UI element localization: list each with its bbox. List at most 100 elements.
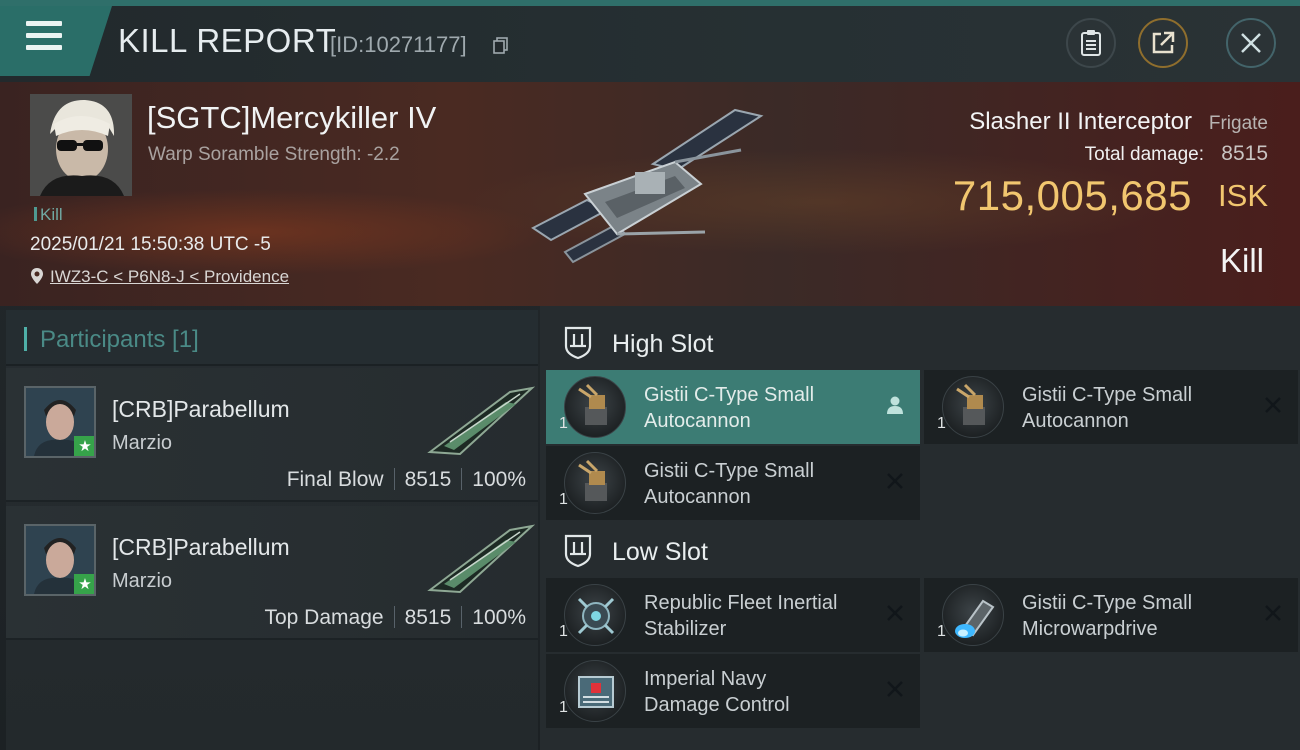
isk-value: 715,005,685 [952, 172, 1192, 219]
module-quantity: 1 [937, 415, 946, 432]
mid-slot-header [540, 734, 1300, 750]
total-damage-value: 8515 [1221, 142, 1268, 165]
autocannon-icon [564, 452, 626, 514]
low-slot-label: Low Slot [612, 538, 708, 566]
victim-avatar[interactable] [30, 94, 132, 196]
person-icon[interactable] [884, 394, 906, 416]
module-name-line1: Gistii C-Type Small [644, 384, 815, 406]
high-slot-icon [564, 326, 592, 360]
victim-ship-name[interactable]: Slasher II Interceptor [969, 108, 1192, 136]
participant-card[interactable]: ★ [CRB]Parabellum Marzio Top Damage 8515 1… [6, 506, 538, 640]
module-name-line2: Autocannon [644, 486, 751, 508]
low-slot-header: Low Slot [540, 518, 1300, 580]
module-item[interactable]: 1 Gistii C-Type Small Autocannon [546, 446, 920, 520]
participant-percent: 100% [472, 468, 526, 491]
fitting-panel: High Slot 1 Gistii C-Type Small Autocann… [540, 306, 1300, 750]
close-icon[interactable] [884, 470, 906, 492]
module-name-line1: Gistii C-Type Small [1022, 384, 1193, 406]
participant-ship-image[interactable] [420, 520, 535, 600]
star-badge-icon: ★ [74, 574, 94, 594]
participant-role: Top Damage [264, 606, 384, 629]
module-name-line2: Autocannon [1022, 410, 1129, 432]
share-icon [1152, 31, 1175, 54]
close-icon[interactable] [1262, 602, 1284, 624]
module-name: Republic Fleet Inertial Stabilizer [644, 590, 874, 642]
participant-percent: 100% [472, 606, 526, 629]
participant-corp: Marzio [112, 570, 173, 592]
module-quantity: 1 [559, 491, 568, 508]
close-icon [1241, 33, 1261, 53]
module-name: Gistii C-Type Small Microwarpdrive [1022, 590, 1252, 642]
participant-name[interactable]: [CRB]Parabellum [112, 396, 290, 423]
participant-role: Final Blow [286, 468, 384, 491]
victim-ship-class: Frigate [1208, 113, 1268, 134]
module-name: Gistii C-Type Small Autocannon [644, 382, 874, 434]
inertial-stabilizer-icon [564, 584, 626, 646]
module-name-line2: Microwarpdrive [1022, 618, 1158, 640]
participant-name[interactable]: [CRB]Parabellum [112, 534, 290, 561]
module-quantity: 1 [559, 623, 568, 640]
kill-result-label: Kill [1219, 242, 1264, 279]
participant-corp: Marzio [112, 432, 173, 454]
participants-header: Participants [1] [6, 310, 538, 366]
module-item[interactable]: 1 Republic Fleet Inertial Stabilizer [546, 578, 920, 652]
damage-control-icon [564, 660, 626, 722]
high-slot-label: High Slot [612, 330, 714, 358]
participants-title: Participants [1] [40, 326, 199, 353]
report-id: [ID:10271177] [330, 32, 467, 57]
module-name: Gistii C-Type Small Autocannon [644, 458, 874, 510]
clipboard-button[interactable] [1066, 18, 1116, 68]
isk-unit: ISK [1218, 178, 1268, 213]
module-name: Imperial Navy Damage Control [644, 666, 874, 718]
participant-stats: Top Damage 8515 100% [264, 606, 526, 630]
close-icon[interactable] [1262, 394, 1284, 416]
autocannon-icon [942, 376, 1004, 438]
participant-card[interactable]: ★ [CRB]Parabellum Marzio Final Blow 8515 1… [6, 368, 538, 502]
participant-avatar[interactable]: ★ [24, 386, 96, 458]
victim-pilot-name[interactable]: [SGTC]Mercykiller IV [147, 100, 436, 136]
location-pin-icon [31, 268, 43, 284]
module-name-line2: Damage Control [644, 694, 790, 716]
microwarpdrive-icon [942, 584, 1004, 646]
victim-ship-image[interactable] [525, 102, 765, 282]
copy-icon[interactable] [492, 36, 510, 54]
module-item[interactable]: 1 Gistii C-Type Small Autocannon [546, 370, 920, 444]
participant-avatar[interactable]: ★ [24, 524, 96, 596]
module-name-line1: Gistii C-Type Small [644, 460, 815, 482]
total-damage-label: Total damage: [1084, 144, 1204, 165]
module-quantity: 1 [937, 623, 946, 640]
warp-scramble-strength: Warp Soramble Strength: -2.2 [148, 144, 400, 165]
kill-location[interactable]: IWZ3-C < P6N8-J < Providence [30, 267, 289, 287]
location-link[interactable]: IWZ3-C < P6N8-J < Providence [50, 267, 289, 286]
participant-stats: Final Blow 8515 100% [287, 468, 526, 492]
close-icon[interactable] [884, 602, 906, 624]
hamburger-icon[interactable] [26, 21, 62, 51]
close-icon[interactable] [884, 678, 906, 700]
clipboard-icon [1081, 30, 1101, 56]
high-slot-header: High Slot [540, 310, 1300, 372]
close-button[interactable] [1226, 18, 1276, 68]
module-item[interactable]: 1 Gistii C-Type Small Microwarpdrive [924, 578, 1298, 652]
star-badge-icon: ★ [74, 436, 94, 456]
share-button[interactable] [1138, 18, 1188, 68]
module-quantity: 1 [559, 699, 568, 716]
module-quantity: 1 [559, 415, 568, 432]
module-item[interactable]: 1 Imperial Navy Damage Control [546, 654, 920, 728]
participant-ship-image[interactable] [420, 382, 535, 462]
module-name-line1: Imperial Navy [644, 668, 767, 690]
autocannon-icon [564, 376, 626, 438]
module-name-line2: Stabilizer [644, 618, 727, 640]
victim-portrait-icon [30, 94, 132, 196]
page-title: KILL REPORT [118, 22, 337, 59]
participants-panel: Participants [1] ★ [CRB]Parabellum Marzi… [6, 310, 538, 750]
module-name-line2: Autocannon [644, 410, 751, 432]
kill-tag: Kill [34, 205, 63, 225]
participant-damage: 8515 [404, 468, 452, 491]
low-slot-icon [564, 534, 592, 568]
kill-tag-label: Kill [40, 205, 63, 224]
participant-damage: 8515 [404, 606, 452, 629]
module-name: Gistii C-Type Small Autocannon [1022, 382, 1252, 434]
module-item[interactable]: 1 Gistii C-Type Small Autocannon [924, 370, 1298, 444]
victim-banner: [SGTC]Mercykiller IV Warp Soramble Stren… [0, 82, 1300, 306]
kill-report-screen: KILL REPORT [ID:10271177] [SGTC]Mercykil… [0, 0, 1300, 750]
